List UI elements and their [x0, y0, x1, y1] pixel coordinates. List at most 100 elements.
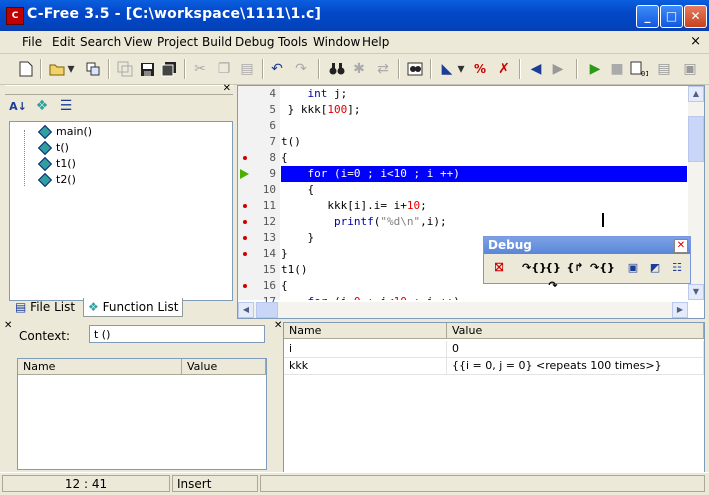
- breakpoint-icon[interactable]: [243, 284, 247, 288]
- line-gutter[interactable]: 4567891011121314151617: [238, 86, 280, 308]
- mdi-close-button[interactable]: ×: [690, 34, 701, 49]
- app-icon[interactable]: C: [6, 7, 24, 25]
- scroll-up-icon[interactable]: ▲: [688, 86, 704, 102]
- breakpoint-icon[interactable]: [243, 156, 247, 160]
- debug-icon[interactable]: 01: [630, 60, 648, 78]
- code-line[interactable]: for (i=0 ; i<10 ; i ++): [281, 294, 687, 300]
- locals-header-name[interactable]: Name: [18, 359, 182, 375]
- menu-help[interactable]: Help: [362, 35, 389, 49]
- step-out-icon[interactable]: {↱: [566, 259, 584, 277]
- open-file-icon[interactable]: [48, 60, 66, 78]
- title-bar[interactable]: C C-Free 3.5 - [C:\workspace\1111\1.c] _…: [0, 0, 709, 31]
- line-number[interactable]: 5: [238, 102, 280, 118]
- save-icon[interactable]: [138, 60, 156, 78]
- goto-icon[interactable]: [406, 60, 424, 78]
- line-number[interactable]: 16: [238, 278, 280, 294]
- memory-icon[interactable]: ☷: [668, 259, 686, 277]
- panel-close-icon[interactable]: ✕: [223, 83, 231, 94]
- watch-header-value[interactable]: Value: [447, 323, 704, 339]
- new-file-icon[interactable]: [17, 60, 35, 78]
- code-line[interactable]: kkk[i].i= i+10;: [281, 198, 687, 214]
- watch-header-name[interactable]: Name: [284, 323, 447, 339]
- breakpoint-icon[interactable]: [243, 236, 247, 240]
- scroll-down-icon[interactable]: ▼: [688, 284, 704, 300]
- menu-project[interactable]: Project: [157, 35, 198, 49]
- forward-icon[interactable]: ▶: [549, 60, 567, 78]
- find-icon[interactable]: [328, 60, 346, 78]
- line-number[interactable]: 7: [238, 134, 280, 150]
- open-dropdown-icon[interactable]: ▾: [66, 60, 76, 78]
- line-number[interactable]: 8: [238, 150, 280, 166]
- scroll-thumb[interactable]: [688, 116, 704, 162]
- code-line[interactable]: int j;: [281, 86, 687, 102]
- sort-alpha-icon[interactable]: A↓: [9, 97, 27, 115]
- table-row[interactable]: i 0: [284, 341, 704, 358]
- panel-grip[interactable]: ✕: [5, 83, 233, 95]
- code-line[interactable]: [281, 118, 687, 134]
- run-icon[interactable]: ▶: [586, 60, 604, 78]
- step-into-icon[interactable]: ↷{}: [522, 259, 547, 277]
- tab-file-list[interactable]: ▤ File List: [11, 298, 79, 316]
- code-line[interactable]: t(): [281, 134, 687, 150]
- undo-icon[interactable]: ↶: [268, 60, 286, 78]
- tree-item-t1[interactable]: t1(): [37, 156, 76, 172]
- line-number[interactable]: 10: [238, 182, 280, 198]
- watch-grid[interactable]: Name Value i 0 kkk {{i = 0, j = 0} <repe…: [283, 322, 705, 474]
- watch-icon[interactable]: ▣: [624, 259, 642, 277]
- minimize-button[interactable]: _: [636, 5, 659, 28]
- tab-function-list[interactable]: ❖ Function List: [83, 298, 184, 317]
- breakpoint-icon[interactable]: [243, 252, 247, 256]
- tree-item-main[interactable]: main(): [37, 124, 92, 140]
- menu-file[interactable]: File: [22, 35, 42, 49]
- hscroll-thumb[interactable]: [256, 302, 278, 318]
- back-icon[interactable]: ◀: [527, 60, 545, 78]
- run-to-cursor-icon[interactable]: ↷{}: [590, 259, 615, 277]
- watch-pane-close-icon[interactable]: ✕: [274, 320, 282, 331]
- line-number[interactable]: 14: [238, 246, 280, 262]
- menu-window[interactable]: Window: [313, 35, 360, 49]
- code-line[interactable]: } kkk[100];: [281, 102, 687, 118]
- line-number[interactable]: 13: [238, 230, 280, 246]
- line-number[interactable]: 15: [238, 262, 280, 278]
- debug-toolbar-title[interactable]: Debug ✕: [484, 237, 690, 254]
- code-line[interactable]: {: [281, 150, 687, 166]
- locals-header-value[interactable]: Value: [182, 359, 266, 375]
- breakpoint-icon[interactable]: [243, 220, 247, 224]
- paste-icon[interactable]: ▤: [238, 60, 256, 78]
- list-view-icon[interactable]: ☰: [57, 97, 75, 115]
- close-button[interactable]: ✕: [684, 5, 707, 28]
- evaluate-icon[interactable]: ◩: [646, 259, 664, 277]
- copy-icon[interactable]: ❐: [215, 60, 233, 78]
- line-number[interactable]: 4: [238, 86, 280, 102]
- sort-type-icon[interactable]: ❖: [33, 97, 51, 115]
- stop-debug-icon[interactable]: ⛝: [490, 259, 508, 277]
- code-line[interactable]: {: [281, 182, 687, 198]
- menu-build[interactable]: Build: [202, 35, 232, 49]
- line-number[interactable]: 6: [238, 118, 280, 134]
- open-project-icon[interactable]: [84, 60, 102, 78]
- replace-icon[interactable]: ⇄: [374, 60, 392, 78]
- debug-close-icon[interactable]: ✕: [674, 239, 688, 253]
- tree-item-t[interactable]: t(): [37, 140, 69, 156]
- tree-item-t2[interactable]: t2(): [37, 172, 76, 188]
- table-row[interactable]: kkk {{i = 0, j = 0} <repeats 100 times>}: [284, 358, 704, 375]
- stop-build-icon[interactable]: ✗: [495, 60, 513, 78]
- find-in-files-icon[interactable]: ✱: [350, 60, 368, 78]
- code-line[interactable]: printf("%d\n",i);: [281, 214, 687, 230]
- horizontal-scrollbar[interactable]: ◀ ▶: [238, 302, 688, 318]
- menu-debug[interactable]: Debug: [235, 35, 274, 49]
- save-all-icon[interactable]: [160, 60, 178, 78]
- context-field[interactable]: t (): [89, 325, 265, 343]
- step-over-icon[interactable]: {}↷: [544, 259, 562, 292]
- redo-icon[interactable]: ↷: [292, 60, 310, 78]
- compile-dropdown-icon[interactable]: ▾: [456, 60, 466, 78]
- scroll-left-icon[interactable]: ◀: [238, 302, 254, 318]
- debug-options-dropdown-icon[interactable]: ▣: [681, 60, 699, 78]
- menu-view[interactable]: View: [124, 35, 152, 49]
- menu-search[interactable]: Search: [80, 35, 121, 49]
- maximize-button[interactable]: □: [660, 5, 683, 28]
- stop-icon[interactable]: ■: [608, 60, 626, 78]
- scroll-right-icon[interactable]: ▶: [672, 302, 688, 318]
- menu-tools[interactable]: Tools: [278, 35, 308, 49]
- current-code-line[interactable]: for (i=0 ; i<10 ; i ++): [281, 166, 687, 182]
